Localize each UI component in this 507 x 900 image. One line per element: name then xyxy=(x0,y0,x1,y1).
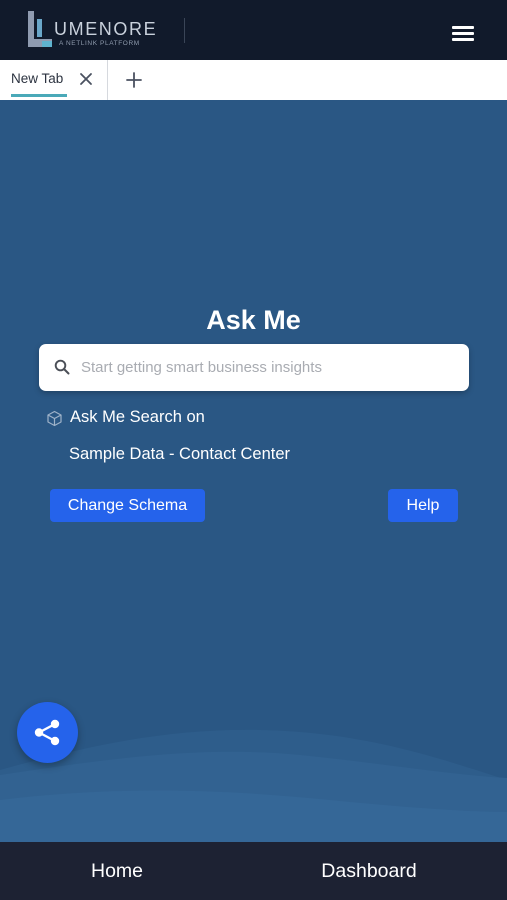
tab-label: New Tab xyxy=(11,71,64,86)
logo-l-mark xyxy=(28,11,52,47)
nav-dashboard[interactable]: Dashboard xyxy=(254,842,484,900)
close-icon[interactable] xyxy=(78,71,94,87)
logo-tagline: A NETLINK PLATFORM xyxy=(59,40,140,47)
search-box[interactable] xyxy=(39,344,469,391)
search-on-label: Ask Me Search on xyxy=(70,408,205,426)
top-bar: UMENORE A NETLINK PLATFORM xyxy=(0,0,507,60)
schema-name: Sample Data - Contact Center xyxy=(69,445,291,463)
cube-icon xyxy=(47,410,62,427)
share-icon xyxy=(34,719,60,746)
nav-home[interactable]: Home xyxy=(0,842,234,900)
hamburger-menu-icon[interactable] xyxy=(448,22,476,44)
tab-new-tab[interactable]: New Tab xyxy=(0,60,108,100)
share-button[interactable] xyxy=(17,702,78,763)
plus-icon[interactable] xyxy=(124,70,144,90)
help-button[interactable]: Help xyxy=(388,489,458,522)
active-tab-indicator xyxy=(11,94,67,97)
lumenore-logo[interactable]: UMENORE A NETLINK PLATFORM xyxy=(28,10,158,50)
search-icon xyxy=(54,359,70,375)
tab-bar: New Tab xyxy=(0,60,507,100)
change-schema-button[interactable]: Change Schema xyxy=(50,489,205,522)
header-divider xyxy=(184,18,185,43)
logo-wordmark: UMENORE xyxy=(54,19,158,39)
search-input[interactable] xyxy=(81,352,451,383)
page-title: Ask Me xyxy=(206,305,301,335)
bottom-nav: Home Dashboard xyxy=(0,842,507,900)
